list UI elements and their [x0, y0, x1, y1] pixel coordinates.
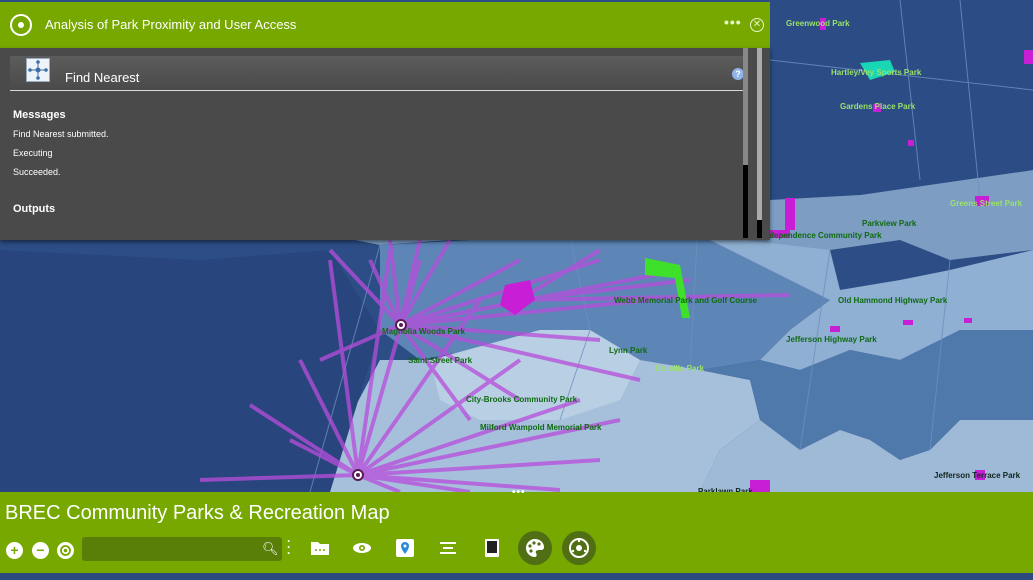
folder-icon[interactable]: [309, 537, 331, 559]
locate-button[interactable]: [57, 542, 74, 559]
park-label[interactable]: Webb Memorial Park and Golf Course: [614, 296, 757, 305]
park-label[interactable]: Jefferson Terrace Park: [934, 471, 1020, 480]
park-label[interactable]: Magnolia Woods Park: [382, 327, 465, 336]
scrollbar-thumb[interactable]: [743, 165, 748, 238]
tool-header: Find Nearest ?: [10, 56, 746, 91]
messages-heading: Messages: [13, 109, 66, 121]
park-label[interactable]: Milford Wampold Memorial Park: [480, 423, 602, 432]
map-edge-strip: [0, 573, 1033, 580]
message-item: Succeeded.: [13, 167, 61, 177]
zoom-in-button[interactable]: +: [6, 542, 23, 559]
analysis-icon: [10, 14, 32, 36]
locate-icon: [60, 545, 71, 556]
layers-icon[interactable]: [351, 537, 373, 559]
outer-scrollbar-track[interactable]: [757, 48, 762, 238]
park-label[interactable]: Hartley/Vey Sports Park: [831, 68, 921, 77]
more-options-icon[interactable]: •••: [724, 14, 742, 30]
park-label[interactable]: Jefferson Highway Park: [786, 335, 877, 344]
book-icon[interactable]: [481, 537, 503, 559]
palette-button[interactable]: [518, 531, 552, 565]
more-options-icon[interactable]: · · ·: [287, 535, 291, 559]
analysis-panel-header: Analysis of Park Proximity and User Acce…: [0, 2, 770, 48]
park-label[interactable]: Lynn Park: [609, 346, 647, 355]
park-label[interactable]: Gardens Place Park: [840, 102, 915, 111]
map-pin-icon[interactable]: [394, 537, 416, 559]
analysis-panel-body: Find Nearest ? Messages Find Nearest sub…: [0, 48, 770, 240]
park-label[interactable]: Drusilla Park: [655, 364, 704, 373]
analysis-icon: [569, 538, 589, 558]
park-label[interactable]: Parkview Park: [862, 219, 916, 228]
message-item: Find Nearest submitted.: [13, 129, 109, 139]
zoom-out-button[interactable]: −: [32, 542, 49, 559]
find-nearest-icon: [26, 58, 50, 82]
tool-name: Find Nearest: [65, 70, 140, 85]
bottom-toolbar: ••• BREC Community Parks & Recreation Ma…: [0, 487, 1033, 573]
list-icon[interactable]: [437, 537, 459, 559]
park-label[interactable]: Greens Street Park: [950, 199, 1022, 208]
app-title: BREC Community Parks & Recreation Map: [5, 502, 390, 524]
message-item: Executing: [13, 148, 53, 158]
outputs-heading: Outputs: [13, 203, 56, 215]
park-label[interactable]: Saint Street Park: [408, 356, 472, 365]
palette-icon: [526, 539, 545, 557]
close-icon[interactable]: ✕: [750, 18, 764, 32]
resize-handle[interactable]: •••: [512, 487, 526, 498]
park-label[interactable]: Greenwood Park: [786, 19, 850, 28]
analysis-button[interactable]: [562, 531, 596, 565]
park-label[interactable]: City-Brooks Community Park: [466, 395, 577, 404]
park-label[interactable]: Independence Community Park: [762, 231, 882, 240]
panel-title: Analysis of Park Proximity and User Acce…: [45, 17, 297, 32]
park-label[interactable]: Old Hammond Highway Park: [838, 296, 947, 305]
search-input[interactable]: [82, 537, 282, 561]
search-icon[interactable]: 🔍︎: [262, 541, 279, 557]
outer-scrollbar-thumb[interactable]: [757, 220, 762, 238]
